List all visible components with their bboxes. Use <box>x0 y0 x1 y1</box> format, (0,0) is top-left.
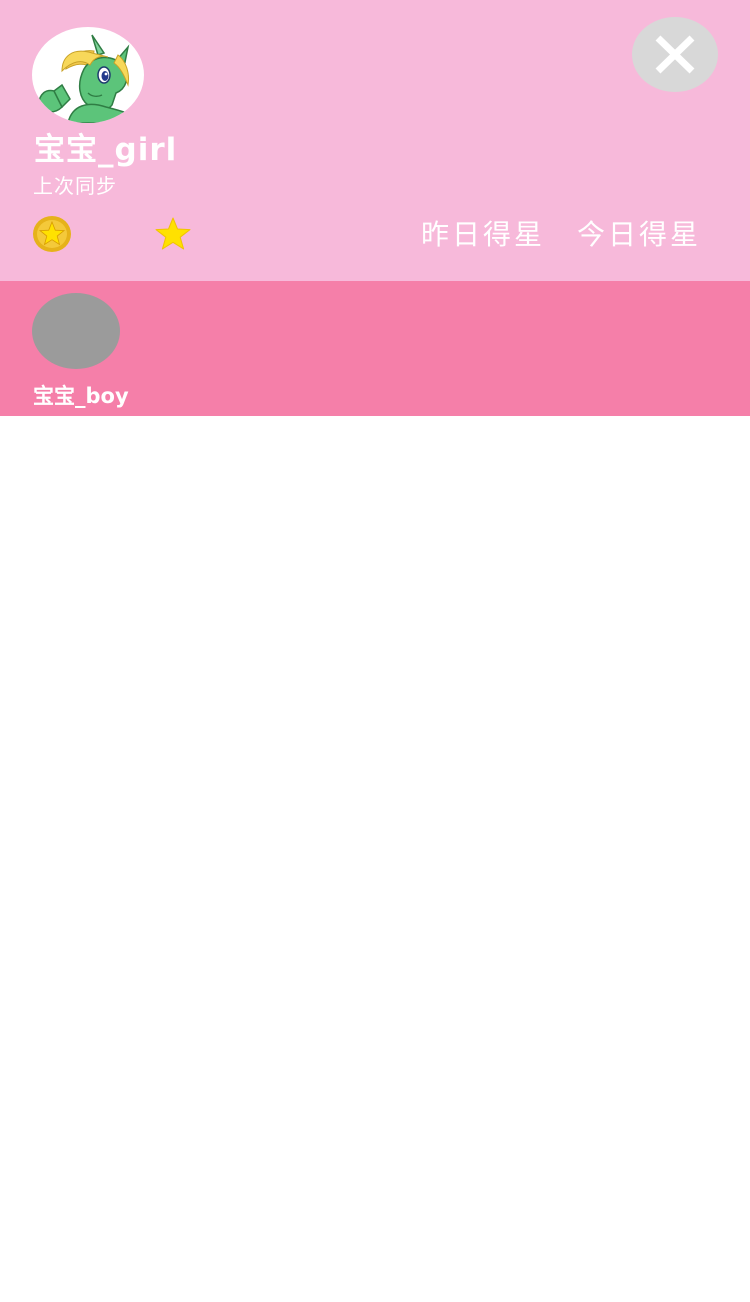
current-baby-name: 宝宝_girl <box>34 132 178 168</box>
close-icon <box>655 35 695 74</box>
avatar <box>32 293 120 369</box>
unicorn-pony-avatar-icon <box>37 34 144 123</box>
current-baby-avatar[interactable] <box>32 27 144 123</box>
last-sync-label: 上次同步 <box>33 174 117 198</box>
baby-switcher-page: 宝宝_girl 上次同步 昨日得星 今日得星 宝宝_boy <box>0 0 750 1302</box>
baby-name: 宝宝_boy <box>33 384 129 408</box>
yellow-star-icon <box>155 217 191 250</box>
gold-star-coin-icon <box>33 216 71 252</box>
baby-list: 宝宝_boy <box>0 281 750 416</box>
current-baby-panel: 宝宝_girl 上次同步 昨日得星 今日得星 <box>0 0 750 281</box>
close-button[interactable] <box>632 17 718 92</box>
yesterday-stars-label: 昨日得星 <box>421 218 546 251</box>
baby-item-boy[interactable]: 宝宝_boy <box>0 281 180 416</box>
today-stars-label: 今日得星 <box>577 218 702 251</box>
